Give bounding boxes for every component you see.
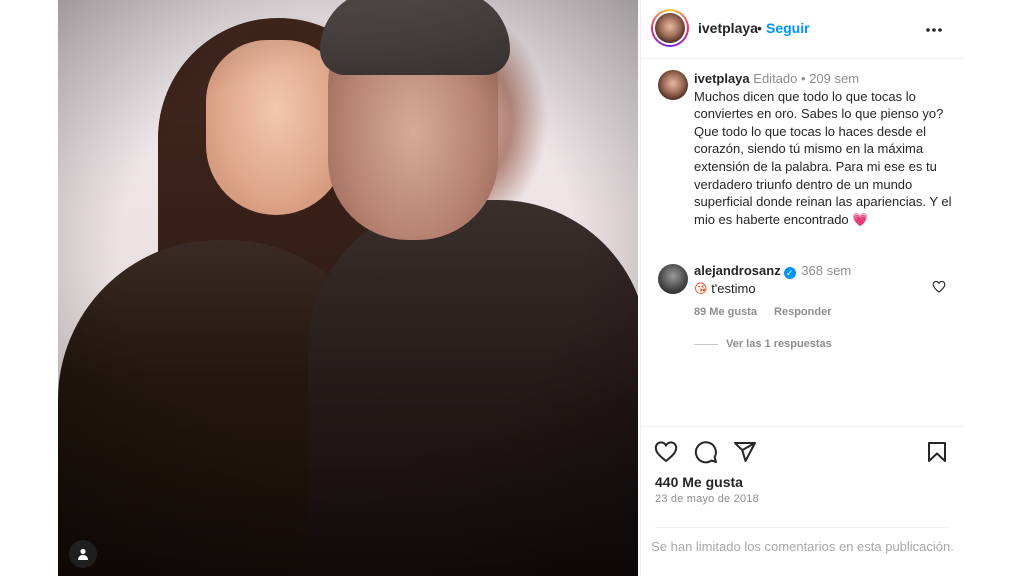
post-photo[interactable] (58, 0, 638, 576)
verified-badge-icon: ✓ (783, 267, 796, 279)
view-replies-button[interactable]: Ver las 1 respuestas (694, 338, 832, 350)
caption-time[interactable]: 209 sem (809, 71, 859, 86)
caption-edited: Editado (753, 71, 798, 86)
caption-text: Muchos dicen que todo lo que tocas lo co… (694, 88, 952, 227)
author-username[interactable]: ivetplaya (698, 20, 758, 36)
comment-likes-count[interactable]: 89 Me gusta (694, 306, 757, 318)
photo-vignette (58, 0, 638, 576)
caption: ivetplaya Editado • 209 sem Muchos dicen… (694, 70, 956, 228)
comment-reply-button[interactable]: Responder (774, 306, 831, 318)
comment-username[interactable]: alejandrosanz (694, 263, 781, 278)
comment-actions: 89 Me gusta Responder (694, 306, 846, 318)
follow-button[interactable]: Seguir (766, 20, 810, 36)
view-replies-label: Ver las 1 respuestas (726, 338, 832, 350)
post-header: ivetplaya • Seguir (641, 0, 964, 59)
comment-avatar[interactable] (658, 264, 688, 294)
comment-time[interactable]: 368 sem (801, 263, 851, 278)
header-separator: • (757, 20, 762, 36)
share-button[interactable] (733, 440, 759, 466)
comment-body: 😘 t'estimo (694, 281, 756, 297)
caption-username[interactable]: ivetplaya (694, 71, 750, 86)
comment-icon (694, 441, 717, 464)
save-bookmark-icon (928, 442, 946, 462)
like-button[interactable] (654, 440, 680, 466)
like-heart-icon (654, 441, 678, 463)
caption-avatar[interactable] (658, 70, 688, 100)
caption-separator: • (801, 71, 806, 86)
comment-header: alejandrosanz ✓ 368 sem (694, 263, 851, 279)
actions-divider (641, 426, 964, 427)
post-side-panel: ivetplaya • Seguir ivetplaya Editado • 2… (640, 0, 964, 576)
post-date: 23 de mayo de 2018 (655, 493, 759, 505)
author-avatar[interactable] (651, 9, 689, 47)
comments-limited-notice: Se han limitado los comentarios en esta … (651, 539, 954, 554)
more-horizontal-icon (926, 28, 942, 32)
comment-kiss-emoji: 😘 (694, 281, 708, 296)
tag-user-icon (78, 548, 88, 560)
share-icon (734, 442, 756, 462)
replies-divider (694, 343, 718, 345)
more-options-button[interactable] (925, 17, 943, 38)
comment-button[interactable] (694, 440, 720, 466)
caption-heart-emoji: 💗 (852, 211, 869, 227)
post-likes-count[interactable]: 440 Me gusta (655, 474, 743, 490)
limited-divider (655, 527, 950, 528)
comment-like-icon (932, 280, 946, 293)
comment-like-button[interactable] (932, 280, 946, 298)
save-button[interactable] (925, 440, 951, 466)
tag-user-button[interactable] (69, 540, 97, 568)
comment-text: t'estimo (711, 281, 756, 296)
